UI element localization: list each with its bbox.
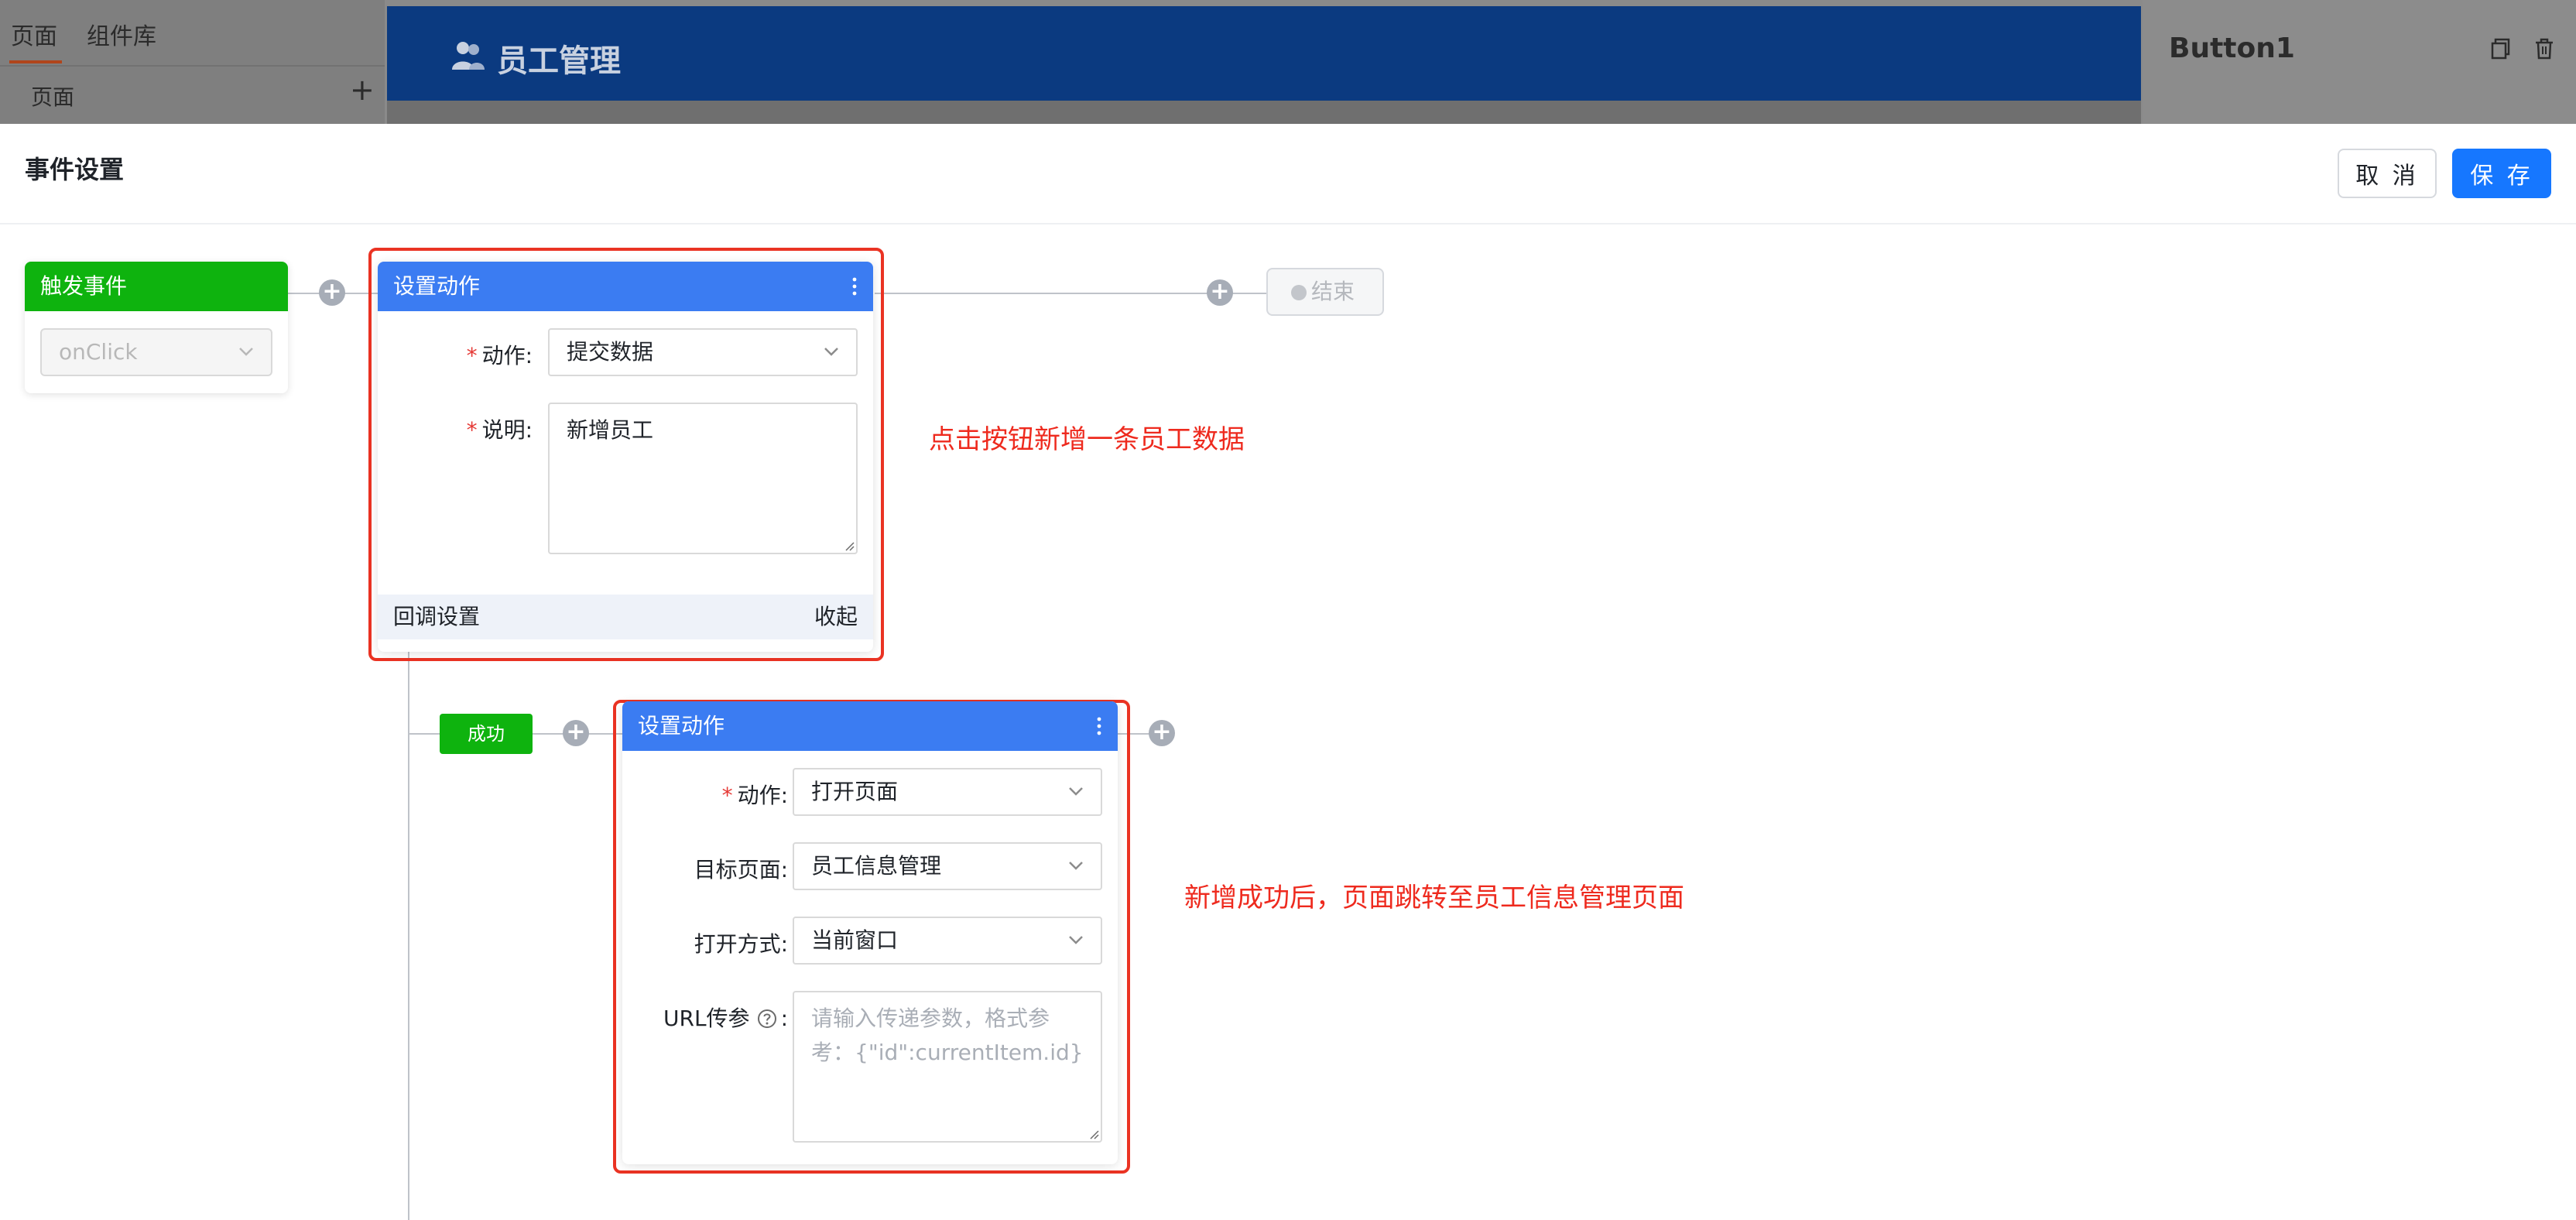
event-select-value: onClick (59, 339, 138, 365)
action-card-submit: 设置动作 * 动作: 提交数据 * 说明: 新增员工 回调设置 收起 (378, 262, 873, 652)
open-mode-value: 当前窗口 (811, 927, 899, 953)
open-mode-select[interactable]: 当前窗口 (793, 917, 1102, 965)
canvas-body (387, 101, 2141, 124)
target-page-select[interactable]: 员工信息管理 (793, 842, 1102, 890)
end-node-label: 结束 (1311, 279, 1355, 304)
chevron-down-icon (1069, 862, 1083, 870)
success-badge: 成功 (440, 714, 533, 754)
target-page-value: 员工信息管理 (811, 853, 942, 879)
modal-header: 事件设置 取 消 保 存 (0, 124, 2576, 224)
description-textarea[interactable]: 新增员工 (548, 403, 858, 554)
action-card-title: 设置动作 (378, 262, 873, 311)
collapse-button[interactable]: 收起 (814, 595, 858, 639)
target-page-label: 目标页面: (694, 857, 788, 882)
chevron-down-icon (1069, 936, 1083, 944)
chevron-down-icon (824, 348, 838, 356)
open-mode-label: 打开方式: (694, 931, 788, 957)
cancel-button[interactable]: 取 消 (2338, 149, 2437, 198)
event-select[interactable]: onClick (40, 328, 272, 376)
url-params-placeholder: 请输入传递参数，格式参考：{"id":currentItem.id} (811, 1006, 1084, 1065)
chevron-down-icon (239, 348, 253, 356)
users-icon (452, 42, 485, 70)
copy-icon[interactable] (2489, 37, 2513, 60)
action-card-title-text: 设置动作 (393, 273, 481, 299)
more-vertical-icon[interactable] (1094, 715, 1104, 737)
save-button[interactable]: 保 存 (2452, 149, 2551, 198)
action-select-value: 提交数据 (567, 339, 654, 365)
chevron-down-icon (1069, 787, 1083, 796)
add-action-button[interactable]: + (319, 279, 345, 306)
callback-branch-line (408, 641, 409, 1220)
callback-settings-label: 回调设置 (393, 604, 481, 629)
action-card-open-page: 设置动作 * 动作: 打开页面 目标页面: 员工信息管理 打开方式: 当前窗口 U… (622, 701, 1118, 1164)
tab-components[interactable]: 组件库 (87, 17, 156, 51)
end-node: 结束 (1266, 268, 1384, 316)
add-action-button[interactable]: + (563, 720, 589, 746)
connector-branch-to-success (408, 733, 440, 735)
help-icon[interactable] (756, 1008, 778, 1030)
action-label: * 动作: (466, 343, 533, 368)
annotation-note-1: 点击按钮新增一条员工数据 (929, 424, 1245, 455)
action-select[interactable]: 提交数据 (548, 328, 858, 376)
modal-title: 事件设置 (25, 155, 125, 184)
action-select-value: 打开页面 (811, 779, 899, 804)
app-title: 员工管理 (497, 43, 621, 79)
resize-handle-icon[interactable] (1087, 1127, 1099, 1139)
callback-settings-bar: 回调设置 收起 (378, 595, 873, 639)
description-value: 新增员工 (567, 417, 654, 443)
component-name: Button1 (2169, 33, 2295, 64)
action-select[interactable]: 打开页面 (793, 768, 1102, 816)
event-settings-modal: 事件设置 取 消 保 存 + + + + 触发事件 onClick 结束 设置动… (0, 124, 2576, 1220)
trash-icon[interactable] (2533, 37, 2556, 60)
more-vertical-icon[interactable] (850, 276, 859, 297)
action-card-title-text: 设置动作 (638, 713, 725, 739)
pages-section-label: 页面 (31, 84, 75, 110)
action-label: * 动作: (721, 783, 788, 808)
action-card-title: 设置动作 (622, 701, 1118, 751)
trigger-event-title: 触发事件 (25, 262, 288, 311)
url-params-label: URL传参: (663, 1006, 788, 1031)
annotation-note-2: 新增成功后，页面跳转至员工信息管理页面 (1184, 882, 1684, 913)
description-label: * 说明: (466, 417, 533, 443)
active-tab-indicator (9, 60, 62, 63)
add-page-icon[interactable]: + (350, 74, 375, 105)
end-dot-icon (1291, 285, 1307, 300)
canvas-header (387, 6, 2141, 101)
left-panel-divider (0, 65, 385, 67)
tab-pages[interactable]: 页面 (11, 17, 57, 51)
add-action-button[interactable]: + (1149, 720, 1175, 746)
url-params-textarea[interactable]: 请输入传递参数，格式参考：{"id":currentItem.id} (793, 991, 1102, 1143)
trigger-event-card: 触发事件 onClick (25, 262, 288, 393)
resize-handle-icon[interactable] (842, 539, 855, 551)
add-action-button[interactable]: + (1207, 279, 1233, 306)
